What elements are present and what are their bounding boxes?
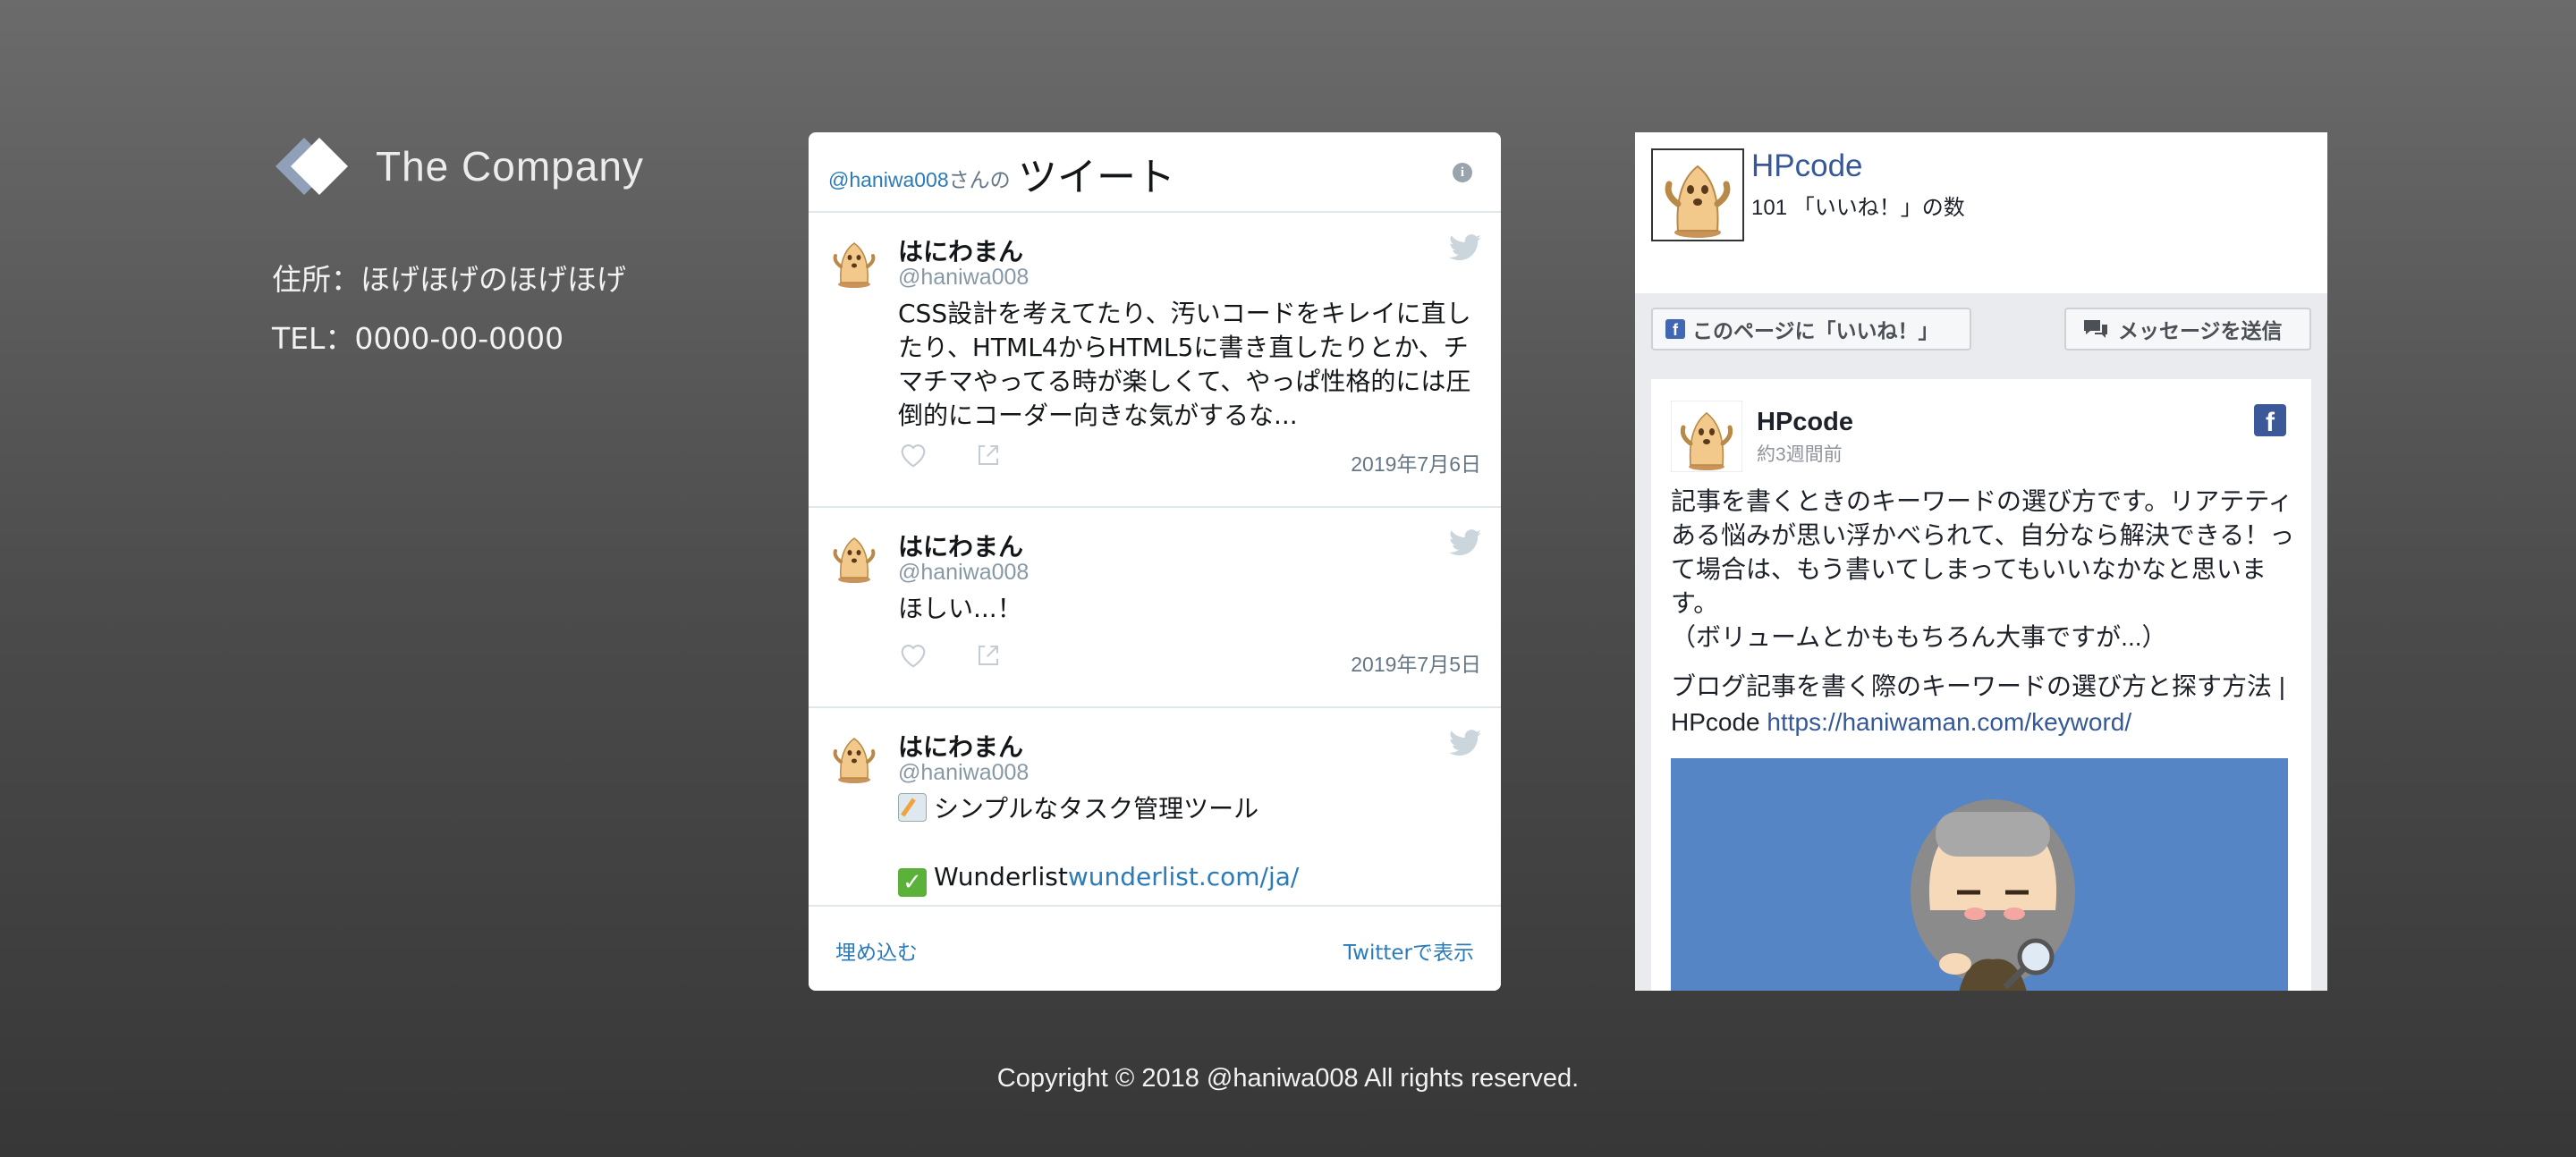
tweet-date[interactable]: 2019年7月6日 [1351, 447, 1481, 477]
twitter-bird-icon[interactable] [1449, 529, 1481, 556]
info-icon[interactable]: i [1453, 163, 1472, 182]
company-logo[interactable]: The Company [270, 131, 644, 202]
facebook-post[interactable]: HPcode 約3週間前 f 記事を書くときのキーワードの選び方です。リアテティ… [1651, 379, 2311, 991]
facebook-f-icon: f [1665, 319, 1685, 339]
facebook-logo-icon[interactable]: f [2254, 404, 2286, 437]
twitter-bird-icon[interactable] [1449, 234, 1481, 261]
tweet-item[interactable]: はにわまん @haniwa008 CSS設計を考えてたり、汚いコードをキレイに直… [809, 213, 1501, 508]
tweet-author-name[interactable]: はにわまん [898, 528, 1023, 563]
header-handle[interactable]: @haniwa008さんの [828, 163, 1011, 193]
like-page-button[interactable]: f このページに「いいね！」 [1651, 308, 1971, 350]
tweet-link[interactable]: wunderlist.com/ja/ [1068, 862, 1300, 891]
post-link-text: ブログ記事を書く際のキーワードの選び方と探す方法 | HPcode https:… [1671, 672, 2286, 736]
facebook-page-header: HPcode 101 「いいね！」の数 [1635, 132, 2327, 293]
message-bubbles-icon [2084, 320, 2107, 338]
twitter-widget-footer: 埋め込む Twitterで表示 [809, 905, 1501, 991]
check-mark-emoji-icon: ✓ [898, 868, 927, 897]
tweet-line: ✓ Wunderlistwunderlist.com/ja/ [898, 860, 1483, 897]
haniwa-avatar-icon[interactable] [828, 236, 880, 288]
post-url-link[interactable]: https://haniwaman.com/keyword/ [1767, 708, 2131, 736]
view-on-twitter-link[interactable]: Twitterで表示 [1343, 935, 1474, 966]
embed-link[interactable]: 埋め込む [835, 935, 918, 966]
header-title: ツイート [1018, 155, 1175, 200]
tweet-line: シンプルなタスク管理ツール [898, 792, 1483, 826]
like-heart-icon[interactable] [898, 642, 928, 669]
tweet-author-handle[interactable]: @haniwa008 [898, 265, 1029, 291]
like-heart-icon[interactable] [898, 442, 928, 469]
twitter-bird-icon[interactable] [1449, 730, 1481, 756]
copyright-text: Copyright © 2018 @haniwa008 All rights r… [996, 1064, 1580, 1093]
haniwa-avatar-icon[interactable] [828, 731, 880, 783]
twitter-timeline-widget: @haniwa008さんの ツイート i はにわまん @haniwa008 CS… [809, 132, 1501, 991]
tweet-date[interactable]: 2019年7月5日 [1351, 647, 1481, 678]
post-author-avatar[interactable] [1671, 401, 1742, 472]
diamond-logo-icon [275, 138, 348, 195]
tweet-author-name[interactable]: はにわまん [898, 232, 1023, 268]
share-icon[interactable] [975, 442, 1002, 469]
post-timestamp[interactable]: 約3週間前 [1757, 440, 1843, 467]
send-message-button[interactable]: メッセージを送信 [2064, 308, 2311, 350]
post-link-image[interactable] [1671, 758, 2288, 991]
post-text: 記事を書くときのキーワードの選び方です。リアテティある悩みが思い浮かべられて、自… [1671, 487, 2295, 651]
tweet-list[interactable]: はにわまん @haniwa008 CSS設計を考えてたり、汚いコードをキレイに直… [809, 213, 1501, 905]
post-author-name[interactable]: HPcode [1757, 408, 1853, 437]
share-icon[interactable] [975, 642, 1002, 669]
company-address: 住所：ほげほげのほげほげ [272, 262, 626, 297]
tweet-author-name[interactable]: はにわまん [898, 728, 1023, 764]
twitter-widget-header: @haniwa008さんの ツイート i [809, 132, 1501, 213]
tweet-author-handle[interactable]: @haniwa008 [898, 560, 1029, 586]
tweet-text: CSS設計を考えてたり、汚いコードをキレイに直したり、HTML4からHTML5に… [898, 299, 1471, 430]
tweet-text: シンプルなタスク管理ツール ✓ Wunderlistwunderlist.com/… [898, 792, 1483, 897]
page-like-count: 101 「いいね！」の数 [1751, 196, 1965, 220]
tweet-item[interactable]: はにわまん @haniwa008 ほしい...！ 2019年7月5日 [809, 508, 1501, 708]
company-name: The Company [376, 143, 644, 190]
page-profile-picture[interactable] [1651, 148, 1744, 241]
haniwa-avatar-icon[interactable] [828, 531, 880, 583]
memo-emoji-icon [898, 793, 927, 822]
tweet-text: ほしい...！ [898, 594, 1022, 623]
tweet-item[interactable]: はにわまん @haniwa008 シンプルなタスク管理ツール ✓ Wunderli… [809, 708, 1501, 905]
facebook-page-widget: HPcode 101 「いいね！」の数 f このページに「いいね！」 メッセージ… [1635, 132, 2327, 991]
company-tel: TEL：0000-00-0000 [272, 321, 564, 356]
tweet-author-handle[interactable]: @haniwa008 [898, 760, 1029, 786]
page-name-link[interactable]: HPcode [1751, 148, 1863, 184]
